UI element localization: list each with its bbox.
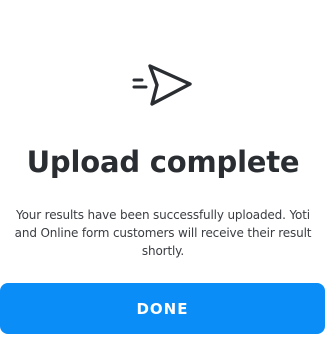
done-button[interactable]: DONE xyxy=(0,283,325,334)
confirmation-message: Your results have been successfully uplo… xyxy=(14,208,312,258)
page-title: Upload complete xyxy=(26,145,300,179)
paper-plane-icon xyxy=(126,58,198,112)
